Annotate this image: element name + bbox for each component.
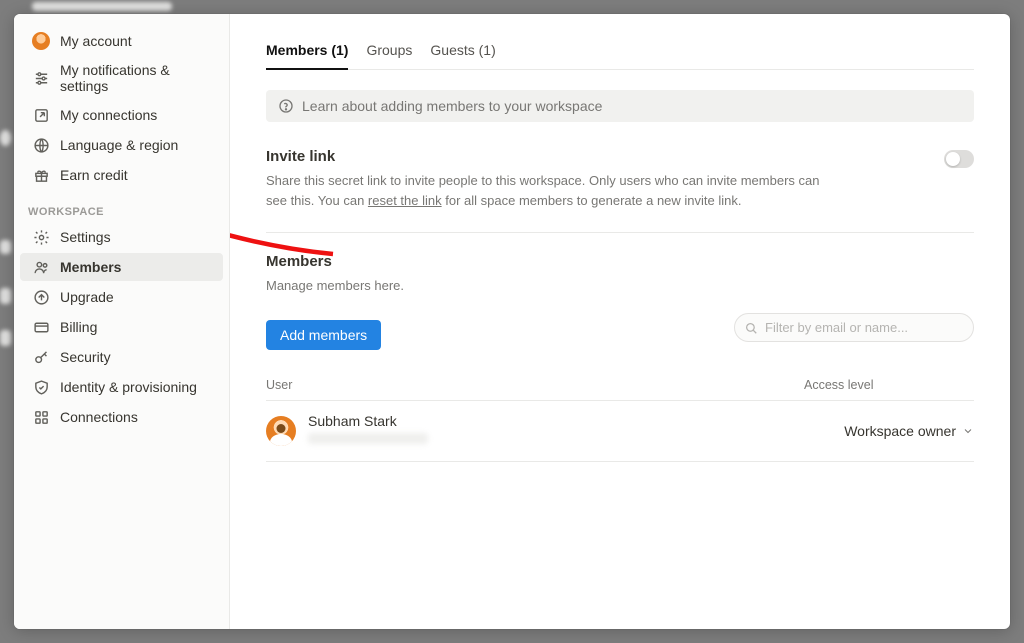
shield-icon	[32, 378, 50, 396]
sidebar-item-my-account[interactable]: My account	[20, 27, 223, 55]
sidebar-item-label: Upgrade	[60, 289, 114, 305]
help-banner[interactable]: Learn about adding members to your works…	[266, 90, 974, 122]
key-icon	[32, 348, 50, 366]
sidebar-item-label: Security	[60, 349, 111, 365]
sidebar-item-my-connections[interactable]: My connections	[20, 101, 223, 129]
divider	[266, 232, 974, 233]
member-row: Subham Stark Workspace owner	[266, 401, 974, 462]
invite-link-toggle[interactable]	[944, 150, 974, 168]
avatar-icon	[32, 32, 50, 50]
sidebar-item-connections[interactable]: Connections	[20, 403, 223, 431]
sidebar-item-label: Language & region	[60, 137, 178, 153]
tab-guests[interactable]: Guests (1)	[430, 36, 495, 70]
sidebar-item-identity[interactable]: Identity & provisioning	[20, 373, 223, 401]
sidebar-item-language-region[interactable]: Language & region	[20, 131, 223, 159]
sidebar-item-label: Identity & provisioning	[60, 379, 197, 395]
sidebar-item-label: Billing	[60, 319, 97, 335]
sidebar: My account My notifications & settings M…	[14, 14, 230, 629]
globe-icon	[32, 136, 50, 154]
sidebar-heading-workspace: WORKSPACE	[14, 190, 229, 222]
sidebar-item-label: Earn credit	[60, 167, 128, 183]
sliders-icon	[32, 69, 50, 87]
card-icon	[32, 318, 50, 336]
sidebar-item-label: My notifications & settings	[60, 62, 211, 94]
member-search-wrap	[734, 313, 974, 342]
sidebar-item-billing[interactable]: Billing	[20, 313, 223, 341]
col-access: Access level	[804, 378, 974, 392]
gift-icon	[32, 166, 50, 184]
add-members-button[interactable]: Add members	[266, 320, 381, 350]
members-table-header: User Access level	[266, 366, 974, 401]
people-icon	[32, 258, 50, 276]
sidebar-item-label: My connections	[60, 107, 157, 123]
arrow-up-circle-icon	[32, 288, 50, 306]
member-search-input[interactable]	[734, 313, 974, 342]
sidebar-item-label: Members	[60, 259, 121, 275]
members-section: Members Manage members here. Add members…	[266, 253, 974, 462]
invite-link-title: Invite link	[266, 148, 826, 165]
grid-icon	[32, 408, 50, 426]
sidebar-item-members[interactable]: Members	[20, 253, 223, 281]
content-pane: Members (1) Groups Guests (1) Learn abou…	[230, 14, 1010, 629]
tab-groups[interactable]: Groups	[366, 36, 412, 70]
tab-members[interactable]: Members (1)	[266, 36, 348, 70]
members-title: Members	[266, 253, 974, 270]
sidebar-item-label: Settings	[60, 229, 111, 245]
members-desc: Manage members here.	[266, 276, 974, 296]
access-level-label: Workspace owner	[844, 423, 956, 439]
member-email-redacted	[308, 433, 428, 444]
settings-modal: My account My notifications & settings M…	[14, 14, 1010, 629]
sidebar-item-security[interactable]: Security	[20, 343, 223, 371]
tab-bar: Members (1) Groups Guests (1)	[266, 36, 974, 70]
info-icon	[278, 98, 294, 114]
sidebar-item-settings[interactable]: Settings	[20, 223, 223, 251]
sidebar-item-label: Connections	[60, 409, 138, 425]
user-avatar-icon	[266, 416, 296, 446]
help-banner-text: Learn about adding members to your works…	[302, 98, 602, 114]
reset-link[interactable]: reset the link	[368, 193, 442, 208]
gear-icon	[32, 228, 50, 246]
access-level-select[interactable]: Workspace owner	[844, 423, 974, 439]
member-name: Subham Stark	[308, 413, 428, 429]
invite-link-desc: Share this secret link to invite people …	[266, 171, 826, 210]
invite-link-section: Invite link Share this secret link to in…	[266, 148, 974, 210]
link-out-icon	[32, 106, 50, 124]
sidebar-item-notifications[interactable]: My notifications & settings	[20, 57, 223, 99]
search-icon	[744, 321, 758, 335]
sidebar-item-earn-credit[interactable]: Earn credit	[20, 161, 223, 189]
col-user: User	[266, 378, 292, 392]
sidebar-item-upgrade[interactable]: Upgrade	[20, 283, 223, 311]
screenshot-stage: My account My notifications & settings M…	[0, 0, 1024, 643]
chevron-down-icon	[962, 425, 974, 437]
sidebar-item-label: My account	[60, 33, 132, 49]
